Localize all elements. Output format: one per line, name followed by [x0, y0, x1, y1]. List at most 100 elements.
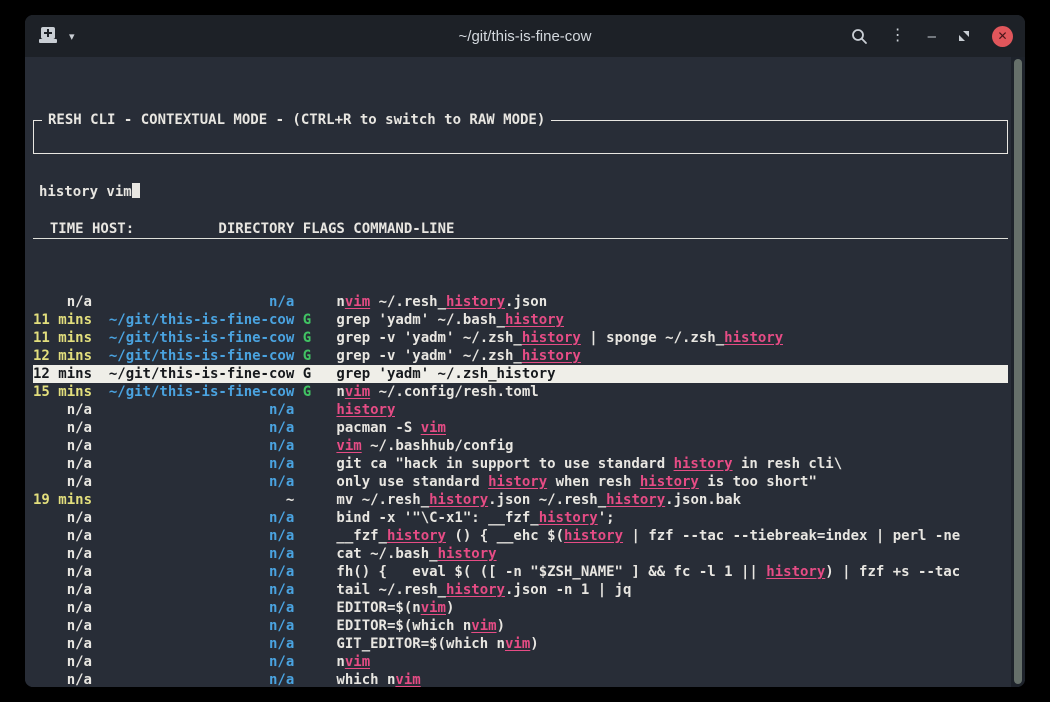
- row-time: n/a: [33, 635, 92, 653]
- row-flag: [303, 581, 311, 599]
- search-panel: RESH CLI - CONTEXTUAL MODE - (CTRL+R to …: [33, 120, 1008, 154]
- row-flag: G: [303, 383, 311, 401]
- row-time: n/a: [33, 581, 92, 599]
- row-time: n/a: [33, 563, 92, 581]
- row-directory: n/a: [100, 671, 294, 687]
- window-title: ~/git/this-is-fine-cow: [257, 28, 793, 45]
- row-directory: n/a: [100, 527, 294, 545]
- history-row[interactable]: 15 mins~/git/this-is-fine-cowGnvim ~/.co…: [33, 383, 1008, 401]
- titlebar-left: ▾: [37, 27, 257, 45]
- titlebar-right: ⋮ – ✕: [793, 26, 1013, 47]
- row-time: n/a: [33, 437, 92, 455]
- row-flag: [303, 563, 311, 581]
- row-flag: [303, 401, 311, 419]
- scrollbar-thumb[interactable]: [1014, 59, 1022, 684]
- unmaximize-icon: [958, 30, 970, 42]
- row-flag: [303, 293, 311, 311]
- row-flag: G: [303, 365, 311, 383]
- minimize-button[interactable]: –: [928, 29, 936, 44]
- row-command: tail ~/.resh_history.json -n 1 | jq: [336, 581, 631, 599]
- history-row[interactable]: n/an/aonly use standard history when res…: [33, 473, 1008, 491]
- history-row[interactable]: 11 mins~/git/this-is-fine-cowGgrep -v 'y…: [33, 329, 1008, 347]
- history-row[interactable]: n/an/acat ~/.bash_history: [33, 545, 1008, 563]
- row-time: n/a: [33, 419, 92, 437]
- history-row[interactable]: n/an/awhich nvim: [33, 671, 1008, 687]
- search-icon: [851, 28, 868, 45]
- history-row[interactable]: n/an/aGIT_EDITOR=$(which nvim): [33, 635, 1008, 653]
- row-command: fh() { eval $( ([ -n "$ZSH_NAME" ] && fc…: [336, 563, 960, 581]
- history-row[interactable]: n/a n/a pacman -S vim: [33, 419, 1008, 437]
- row-directory: n/a: [100, 293, 294, 311]
- restore-button[interactable]: [958, 30, 970, 42]
- row-flag: [303, 509, 311, 527]
- row-flag: G: [303, 329, 311, 347]
- history-row[interactable]: n/an/a__fzf_history () { __ehc $(history…: [33, 527, 1008, 545]
- history-row[interactable]: n/a n/a EDITOR=$(nvim): [33, 599, 1008, 617]
- row-time: n/a: [33, 653, 92, 671]
- row-time: n/a: [33, 509, 92, 527]
- row-directory: ~/git/this-is-fine-cow: [100, 311, 294, 329]
- history-row[interactable]: 12 mins~/git/this-is-fine-cowGgrep 'yadm…: [33, 365, 1008, 383]
- row-directory: n/a: [100, 455, 294, 473]
- row-time: 12 mins: [33, 365, 92, 383]
- history-row[interactable]: n/an/avim ~/.bashhub/config: [33, 437, 1008, 455]
- row-flag: G: [303, 347, 311, 365]
- search-query-text: history vim: [39, 184, 132, 200]
- row-directory: n/a: [100, 599, 294, 617]
- row-command: EDITOR=$(nvim): [336, 599, 454, 617]
- row-flag: G: [303, 311, 311, 329]
- row-directory: ~/git/this-is-fine-cow: [100, 383, 294, 401]
- row-directory: n/a: [100, 419, 294, 437]
- history-row[interactable]: n/a n/a nvim: [33, 653, 1008, 671]
- terminal-window: ▾ ~/git/this-is-fine-cow ⋮ –: [25, 15, 1025, 687]
- row-flag: [303, 491, 311, 509]
- tabs-menu-button[interactable]: ▾: [69, 30, 75, 43]
- row-time: n/a: [33, 599, 92, 617]
- row-directory: n/a: [100, 509, 294, 527]
- row-command: EDITOR=$(which nvim): [336, 617, 505, 635]
- row-time: 11 mins: [33, 329, 92, 347]
- history-row[interactable]: n/an/abind -x '"\C-x1": __fzf_history';: [33, 509, 1008, 527]
- row-flag: [303, 455, 311, 473]
- history-row[interactable]: n/an/afh() { eval $( ([ -n "$ZSH_NAME" ]…: [33, 563, 1008, 581]
- row-command: __fzf_history () { __ehc $(history | fzf…: [336, 527, 960, 545]
- scrollbar[interactable]: [1011, 57, 1025, 687]
- new-tab-button[interactable]: [37, 27, 59, 45]
- row-command: cat ~/.bash_history: [336, 545, 496, 563]
- row-flag: [303, 437, 311, 455]
- history-row[interactable]: n/an/aEDITOR=$(which nvim): [33, 617, 1008, 635]
- history-row[interactable]: 11 mins~/git/this-is-fine-cowGgrep 'yadm…: [33, 311, 1008, 329]
- row-directory: n/a: [100, 653, 294, 671]
- history-row[interactable]: n/an/ahistory: [33, 401, 1008, 419]
- row-time: 19 mins: [33, 491, 92, 509]
- search-button[interactable]: [851, 28, 868, 45]
- close-button[interactable]: ✕: [992, 26, 1013, 47]
- history-row[interactable]: n/an/agit ca "hack in support to use sta…: [33, 455, 1008, 473]
- close-icon: ✕: [997, 29, 1007, 43]
- history-row[interactable]: 19 mins~mv ~/.resh_history.json ~/.resh_…: [33, 491, 1008, 509]
- search-input[interactable]: history vim: [34, 175, 1007, 201]
- row-command: nvim: [336, 653, 370, 671]
- history-row[interactable]: 12 mins~/git/this-is-fine-cowGgrep -v 'y…: [33, 347, 1008, 365]
- panel-title: RESH CLI - CONTEXTUAL MODE - (CTRL+R to …: [42, 111, 551, 129]
- row-flag: [303, 653, 311, 671]
- history-row[interactable]: n/an/anvim ~/.resh_history.json: [33, 293, 1008, 311]
- terminal-plus-icon: [37, 27, 59, 45]
- row-directory: ~/git/this-is-fine-cow: [100, 329, 294, 347]
- row-time: 15 mins: [33, 383, 92, 401]
- row-command: GIT_EDITOR=$(which nvim): [336, 635, 538, 653]
- row-flag: [303, 635, 311, 653]
- row-command: pacman -S vim: [336, 419, 446, 437]
- row-time: n/a: [33, 455, 92, 473]
- row-directory: n/a: [100, 581, 294, 599]
- row-time: n/a: [33, 617, 92, 635]
- row-flag: [303, 545, 311, 563]
- row-directory: ~/git/this-is-fine-cow: [100, 347, 294, 365]
- row-flag: [303, 617, 311, 635]
- menu-button[interactable]: ⋮: [890, 28, 906, 44]
- row-flag: [303, 473, 311, 491]
- row-flag: [303, 527, 311, 545]
- row-command: only use standard history when resh hist…: [336, 473, 816, 491]
- row-command: history: [336, 401, 395, 419]
- history-row[interactable]: n/a n/a tail ~/.resh_history.json -n 1 | j…: [33, 581, 1008, 599]
